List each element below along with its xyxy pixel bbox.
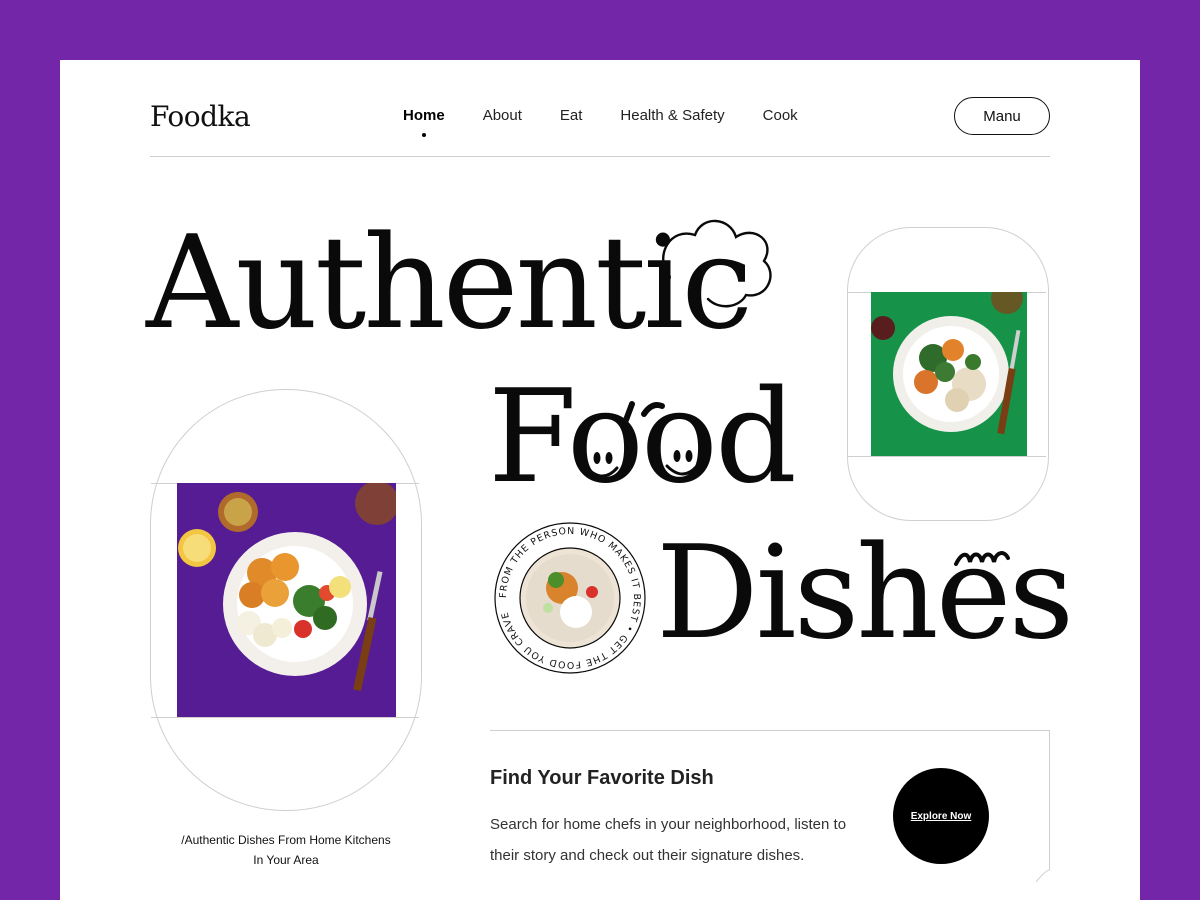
cloud-doodle-icon [661,219,772,308]
explore-now-button[interactable]: Explore Now [893,768,989,864]
info-description: Search for home chefs in your neighborho… [490,816,847,864]
circular-badge: FROM THE PERSON WHO MAKES IT BEST • GET … [494,522,646,674]
sparkle-marks-icon [623,401,665,423]
card-band-bottom-right [848,456,1046,457]
smiley-faces-icon [585,450,699,478]
info-title: Find Your Favorite Dish [490,767,714,789]
nav-item-cook[interactable]: Cook [763,107,798,124]
dish-photo-green [871,292,1027,456]
brand-logo[interactable]: Foodka [150,100,251,133]
squiggle-icon [954,551,1010,566]
main-nav: Home About Eat Health & Safety Cook [403,107,798,137]
hero-caption: /Authentic Dishes From Home Kitchens In … [181,833,391,867]
nav-item-home[interactable]: Home [403,107,445,137]
header-divider [150,156,1050,157]
nav-item-eat[interactable]: Eat [560,107,583,124]
menu-button[interactable]: Manu [954,97,1050,135]
card-band-bottom [151,717,419,718]
nav-item-about[interactable]: About [483,107,522,124]
nav-item-health-safety[interactable]: Health & Safety [620,107,724,124]
dish-photo-purple [177,483,396,717]
landing-page: Foodka Home About Eat Health & Safety Co… [60,60,1140,900]
